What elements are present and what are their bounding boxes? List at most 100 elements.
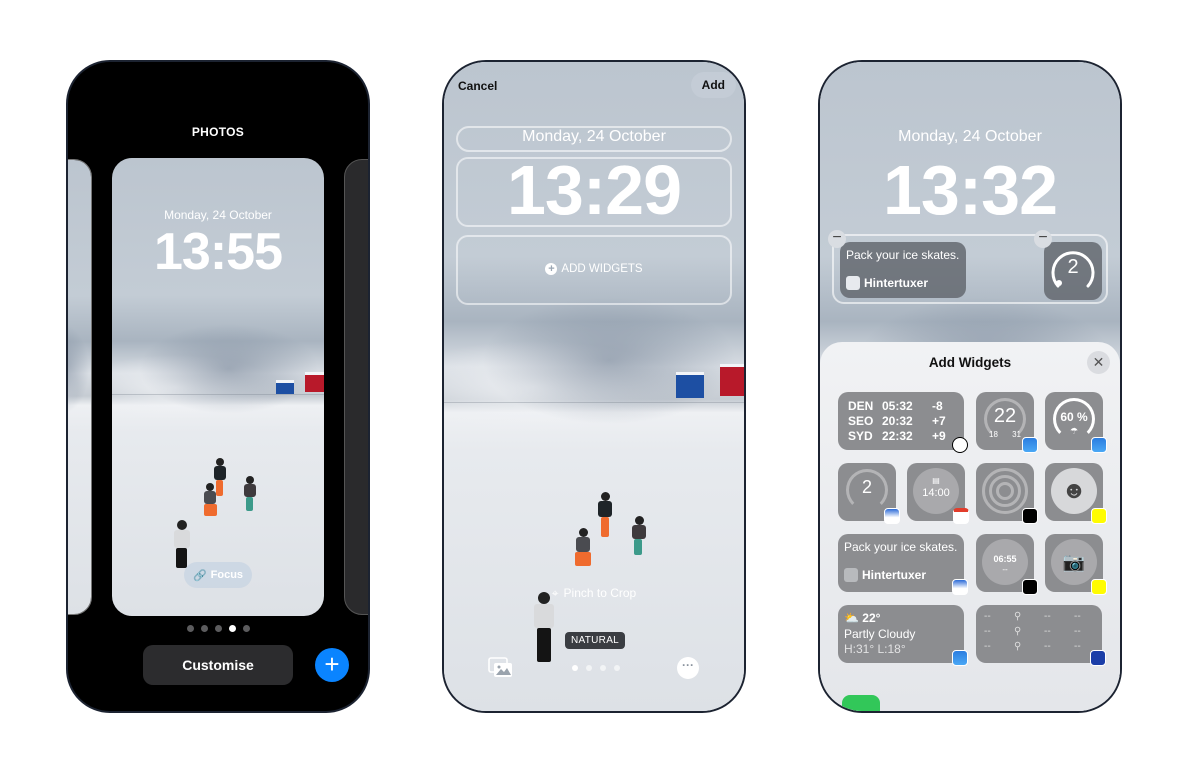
calendar-app-icon: [953, 508, 969, 524]
page-dot-active[interactable]: [228, 625, 236, 632]
page-dot[interactable]: [242, 625, 250, 632]
calendar-icon: ▤: [932, 476, 940, 485]
clock-time: 05:32: [882, 399, 913, 413]
app-icon: [844, 568, 858, 582]
photo-library-icon[interactable]: [488, 657, 514, 679]
ski-app-icon: [952, 579, 968, 595]
clock-offset: +7: [932, 414, 946, 428]
flight-widget[interactable]: 06:55 --: [976, 534, 1038, 595]
lock-time: 13:32: [882, 151, 1058, 229]
add-widgets-button[interactable]: + ADD WIDGETS: [444, 263, 744, 275]
temperature-low: 18: [989, 430, 998, 439]
rain-chance-widget[interactable]: 60 % ☂: [1045, 392, 1107, 453]
calendar-time: 14:00: [922, 487, 950, 499]
customise-button[interactable]: Customise: [143, 645, 293, 685]
weather-app-icon: [1091, 437, 1107, 453]
lock-time: 13:55: [154, 223, 283, 281]
reminder-widget[interactable]: Pack your ice skates. Hintertuxer: [838, 534, 968, 595]
lock-date: Monday, 24 October: [164, 208, 272, 222]
weather-temp: 22°: [862, 611, 881, 625]
add-widgets-sheet: Add Widgets ✕ DEN 05:32 -8 SEO 20:32 +7 …: [820, 342, 1120, 711]
app-icon-partial[interactable]: [842, 695, 880, 711]
filter-label: NATURAL: [565, 632, 626, 649]
snapchat-app-icon: [1091, 508, 1107, 524]
wallpaper-gallery-phone: PHOTOS Monday, 24 October 13:55 🔗 Focus …: [66, 60, 370, 713]
pinch-to-crop-hint: ⌖ Pinch to Crop: [444, 586, 744, 601]
lock-time: 13:29: [506, 151, 682, 229]
weather-condition: Partly Cloudy: [844, 627, 916, 641]
filter-page-indicator[interactable]: [572, 665, 620, 671]
calendar-widget[interactable]: ▤ 14:00: [907, 463, 969, 524]
app-icon: [846, 276, 860, 290]
add-button[interactable]: Add: [690, 72, 736, 98]
twc-value: --: [1074, 611, 1081, 622]
clock-time: 22:32: [882, 429, 913, 443]
close-icon[interactable]: ✕: [1087, 351, 1110, 374]
page-dot[interactable]: [614, 665, 620, 671]
weather-app-icon: [1022, 437, 1038, 453]
remove-widget-button[interactable]: −: [828, 230, 846, 248]
twc-value: --: [1044, 626, 1051, 637]
cancel-button[interactable]: Cancel: [458, 79, 497, 93]
wallpaper-editor-phone: Cancel Add Monday, 24 October 13:29 + AD…: [442, 60, 746, 713]
temperature-gauge-widget[interactable]: 22 18 31: [976, 392, 1038, 453]
clock-app-icon: [952, 437, 968, 453]
placed-reminder-widget[interactable]: Pack your ice skates. Hintertuxer: [840, 242, 966, 298]
twc-value: --: [1044, 641, 1051, 652]
add-widgets-phone: Monday, 24 October 13:32 Pack your ice s…: [818, 60, 1122, 713]
pinch-hint-label: Pinch to Crop: [563, 586, 637, 600]
remove-widget-button[interactable]: −: [1034, 230, 1052, 248]
twc-value: --: [984, 626, 991, 637]
plus-icon: +: [324, 649, 340, 679]
previous-wallpaper-card[interactable]: [68, 159, 92, 615]
snow-gauge-widget[interactable]: 2: [838, 463, 900, 524]
page-dot[interactable]: [586, 665, 592, 671]
flight-time: 06:55: [993, 554, 1017, 564]
fitness-app-icon: [1022, 508, 1038, 524]
page-indicator[interactable]: [68, 625, 368, 632]
page-dot[interactable]: [200, 625, 208, 632]
weather-range: H:31° L:18°: [844, 642, 906, 656]
bitmoji-widget[interactable]: ☻: [1045, 463, 1107, 524]
camera-icon: 📷: [1051, 539, 1097, 585]
location-icon: ⚲: [1014, 641, 1022, 652]
gallery-title: PHOTOS: [191, 125, 245, 139]
clock-offset: +9: [932, 429, 946, 443]
twc-value: --: [1044, 611, 1051, 622]
clock-city: SEO: [848, 414, 874, 428]
weather-widget[interactable]: ⛅ 22° Partly Cloudy H:31° L:18°: [838, 605, 968, 666]
twc-value: --: [984, 641, 991, 652]
placed-widgets-area[interactable]: Pack your ice skates. Hintertuxer − 2 −: [828, 230, 1108, 304]
weather-channel-widget[interactable]: -- ⚲ -- -- -- ⚲ -- -- -- ⚲ -- --: [976, 605, 1106, 666]
flight-app-icon: [1022, 579, 1038, 595]
page-dot[interactable]: [186, 625, 194, 632]
activity-rings-widget[interactable]: [976, 463, 1038, 524]
partly-cloudy-icon: ⛅: [844, 611, 859, 625]
twc-value: --: [1074, 626, 1081, 637]
add-widgets-label: ADD WIDGETS: [561, 263, 643, 275]
page-dot-active[interactable]: [572, 665, 578, 671]
placed-gauge-widget[interactable]: 2: [1044, 242, 1102, 300]
reminder-text: Pack your ice skates.: [844, 540, 958, 554]
add-wallpaper-button[interactable]: +: [315, 648, 349, 682]
ski-app-icon: [884, 508, 900, 524]
current-wallpaper-card[interactable]: Monday, 24 October 13:55 🔗 Focus: [112, 158, 324, 616]
page-dot[interactable]: [600, 665, 606, 671]
next-wallpaper-card[interactable]: [344, 159, 368, 615]
page-dot[interactable]: [214, 625, 222, 632]
world-clock-widget[interactable]: DEN 05:32 -8 SEO 20:32 +7 SYD 22:32 +9: [838, 392, 968, 453]
focus-button[interactable]: 🔗 Focus: [184, 562, 252, 588]
twc-value: --: [984, 611, 991, 622]
lock-date: Monday, 24 October: [522, 128, 666, 145]
flight-status: --: [1002, 565, 1008, 574]
location-icon: ⚲: [1014, 626, 1022, 637]
weather-channel-app-icon: [1090, 650, 1106, 666]
temperature-value: 22: [993, 405, 1017, 427]
focus-label: Focus: [210, 569, 244, 581]
reminder-text: Pack your ice skates.: [846, 248, 960, 262]
crop-icon: ⌖: [551, 586, 559, 600]
clock-offset: -8: [932, 399, 943, 413]
snapchat-camera-widget[interactable]: 📷: [1045, 534, 1107, 595]
sheet-title: Add Widgets: [928, 355, 1012, 370]
more-icon[interactable]: ···: [677, 657, 699, 679]
